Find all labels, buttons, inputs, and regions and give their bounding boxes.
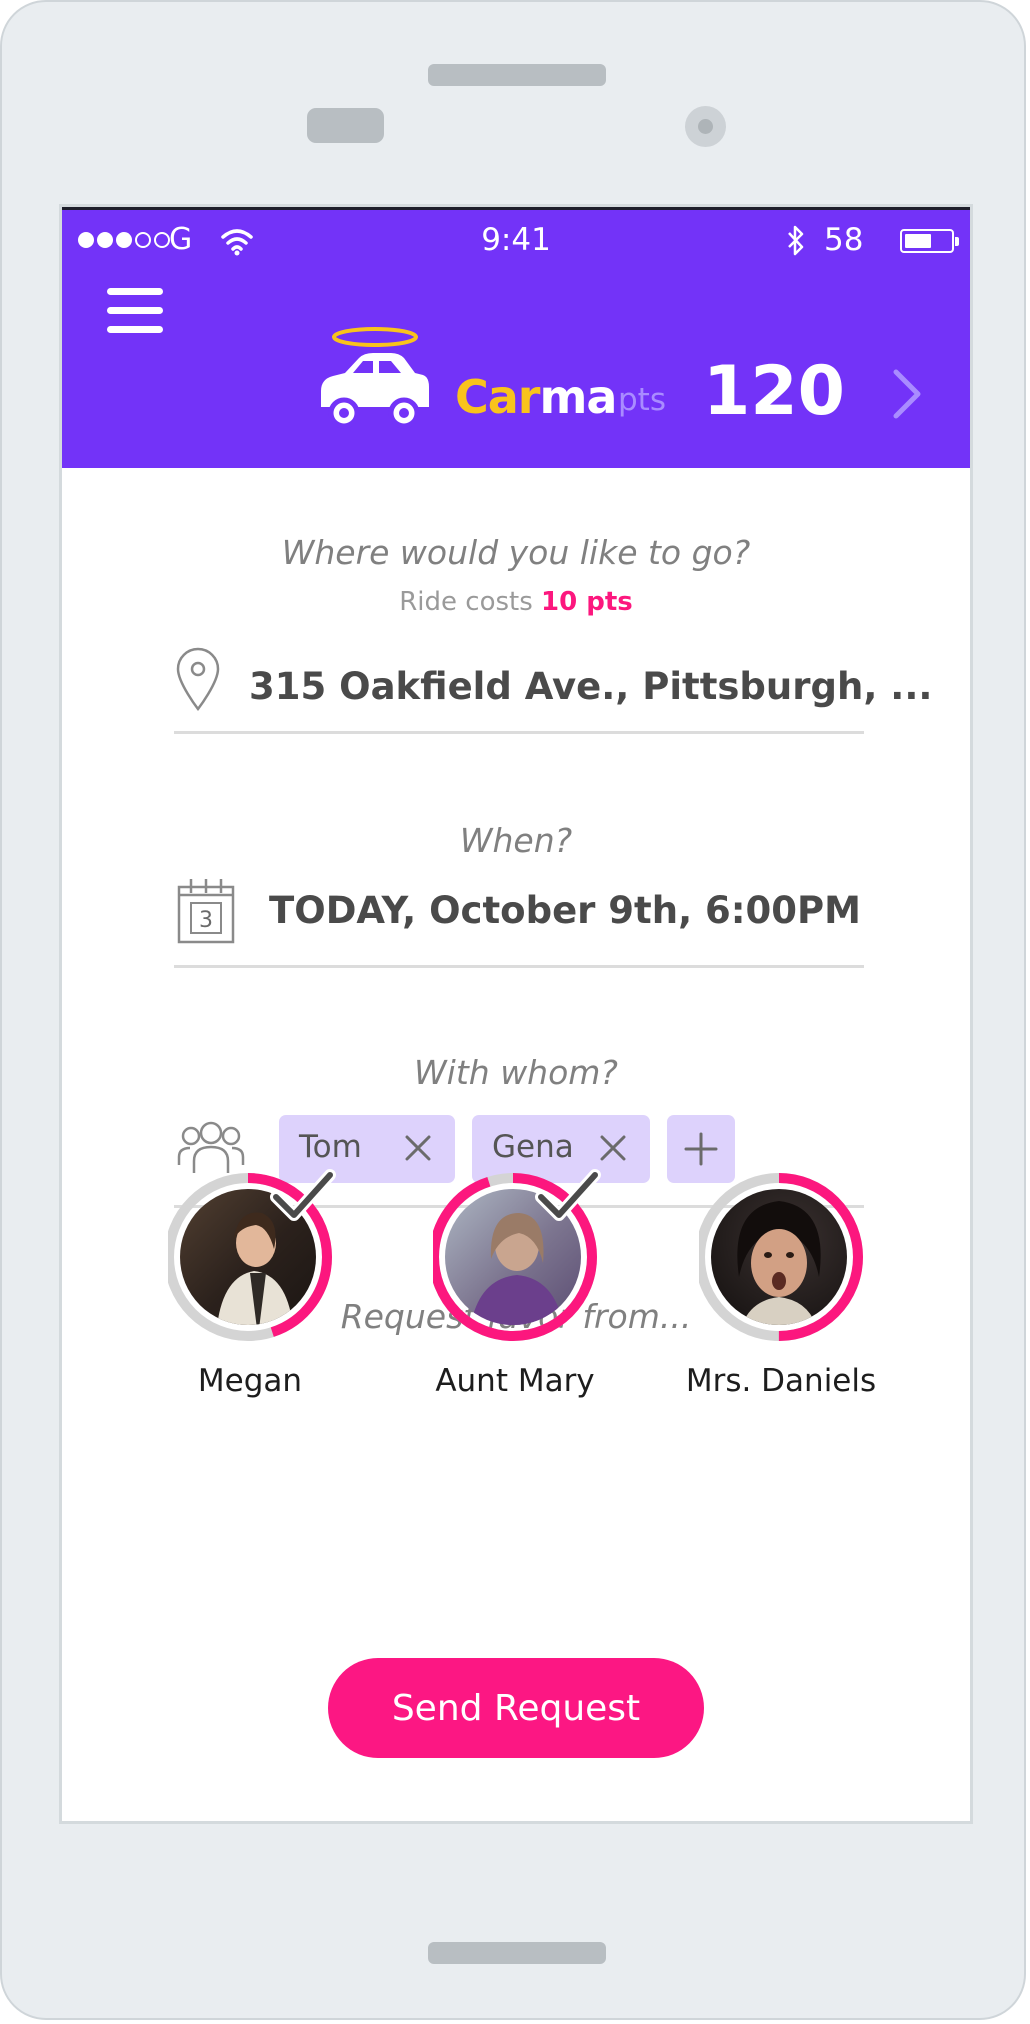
companion-chip-label: Tom bbox=[299, 1129, 362, 1165]
hamburger-menu-icon bbox=[107, 288, 163, 295]
companion-chip-label: Gena bbox=[492, 1129, 574, 1165]
battery-icon bbox=[900, 229, 959, 253]
points-unit-label: pts bbox=[618, 382, 666, 418]
proximity-sensor bbox=[307, 108, 384, 143]
car-halo-icon bbox=[321, 327, 429, 429]
checkmark-icon bbox=[535, 1169, 601, 1221]
points-balance: 120 bbox=[703, 352, 845, 431]
destination-prompt: Where would you like to go? bbox=[281, 533, 751, 572]
ride-cost-label: Ride costs bbox=[399, 587, 533, 617]
with-whom-prompt: With whom? bbox=[414, 1053, 618, 1092]
ride-cost-value: 10 pts bbox=[541, 587, 633, 617]
calendar-day: 3 bbox=[199, 908, 213, 933]
friend-mrs-daniels[interactable]: Mrs. Daniels bbox=[686, 1167, 876, 1407]
friend-megan[interactable]: Megan bbox=[160, 1167, 340, 1407]
battery-level bbox=[905, 234, 931, 248]
when-prompt: When? bbox=[459, 821, 573, 860]
friend-name: Megan bbox=[197, 1363, 303, 1399]
app-header: G 9:41 58 Carma pts 120 bbox=[62, 207, 970, 468]
close-icon[interactable] bbox=[598, 1133, 628, 1163]
phone-frame: G 9:41 58 Carma pts 120 Where would you … bbox=[0, 0, 1026, 2020]
close-icon[interactable] bbox=[403, 1133, 433, 1163]
ride-cost: Ride costs 10 pts bbox=[62, 587, 970, 617]
datetime-field[interactable]: 3 TODAY, October 9th, 6:00PM bbox=[174, 873, 864, 968]
app-brand: Carma bbox=[455, 370, 618, 424]
status-bar: G 9:41 58 bbox=[62, 210, 970, 270]
checkmark-icon bbox=[270, 1169, 336, 1221]
map-pin-icon bbox=[176, 647, 220, 712]
app-screen: G 9:41 58 Carma pts 120 Where would you … bbox=[59, 204, 973, 1824]
send-request-button[interactable]: Send Request bbox=[328, 1658, 704, 1758]
destination-field[interactable]: 315 Oakfield Ave., Pittsburgh, ... bbox=[174, 645, 932, 734]
calendar-icon: 3 bbox=[177, 879, 235, 944]
friend-name: Mrs. Daniels bbox=[685, 1363, 877, 1399]
friend-aunt-mary[interactable]: Aunt Mary bbox=[425, 1167, 605, 1407]
speaker-grille bbox=[428, 64, 606, 86]
brand-part-ma: ma bbox=[539, 370, 618, 424]
bluetooth-icon bbox=[788, 225, 804, 256]
menu-button[interactable] bbox=[107, 288, 163, 334]
brand-part-car: Car bbox=[455, 370, 540, 424]
destination-address-input[interactable]: 315 Oakfield Ave., Pittsburgh, ... bbox=[249, 665, 932, 708]
battery-percent: 58 bbox=[824, 222, 864, 258]
friend-name: Aunt Mary bbox=[435, 1363, 595, 1399]
datetime-value[interactable]: TODAY, October 9th, 6:00PM bbox=[269, 889, 861, 932]
front-camera bbox=[685, 106, 726, 147]
avatar bbox=[699, 1173, 863, 1341]
chevron-right-icon[interactable] bbox=[890, 368, 926, 420]
plus-icon bbox=[684, 1132, 718, 1166]
home-button[interactable] bbox=[428, 1942, 606, 1964]
